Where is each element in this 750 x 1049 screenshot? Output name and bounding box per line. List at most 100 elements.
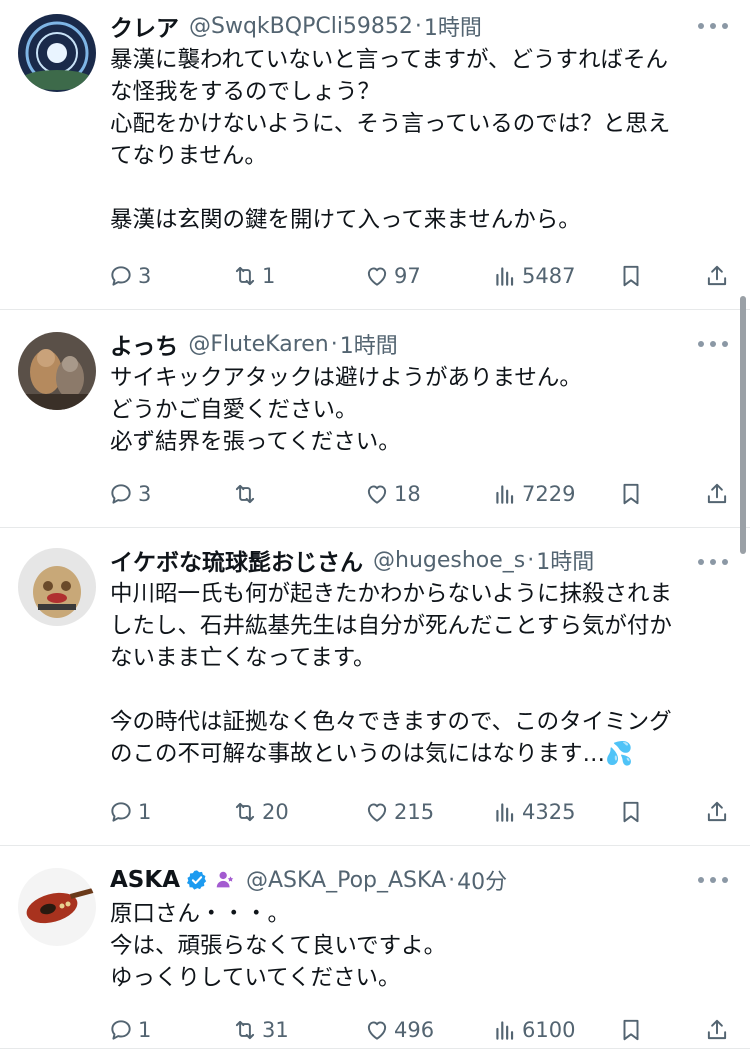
tweet-line: 必ず結界を張ってください。: [110, 429, 401, 455]
display-name[interactable]: イケボな琉球髭おじさん: [110, 543, 363, 577]
tweet-1[interactable]: クレア @SwqkBQPCli59852 · 1時間 暴漢に襲われていないと言っ…: [0, 0, 750, 310]
reply-icon: [111, 266, 131, 286]
avatar[interactable]: [18, 548, 96, 626]
like-count: 496: [394, 1018, 435, 1042]
more-icon[interactable]: [698, 552, 728, 572]
reply-button[interactable]: 1: [108, 1012, 151, 1048]
share-button[interactable]: [704, 258, 730, 294]
avatar[interactable]: [18, 868, 96, 946]
tweet-line: てなりません。: [110, 143, 267, 169]
retweet-button[interactable]: [232, 476, 262, 512]
user-handle[interactable]: @hugeshoe_s: [373, 548, 525, 573]
action-bar: 3 1 97 5487: [108, 258, 738, 294]
share-button[interactable]: [704, 1012, 730, 1048]
retweet-button[interactable]: 20: [232, 794, 289, 830]
tweet-line: 今の時代は証拠なく色々できますので、このタイミング: [110, 709, 672, 735]
reply-icon: [111, 1020, 131, 1040]
retweet-icon: [235, 266, 255, 286]
views-icon: [496, 1021, 514, 1040]
retweet-icon: [235, 802, 255, 822]
retweet-count: 20: [262, 800, 289, 824]
reply-icon: [111, 484, 131, 504]
scrollbar[interactable]: [740, 296, 746, 554]
like-count: 18: [394, 482, 421, 506]
action-bar: 1 31 496 6100: [108, 1012, 738, 1048]
tweet-line: どうかご自愛ください。: [110, 397, 358, 423]
more-icon[interactable]: [698, 334, 728, 354]
tweet-header: よっち @FluteKaren · 1時間: [110, 326, 670, 362]
tweet-line: 今は、頑張らなくて良いですよ。: [110, 933, 447, 959]
tweet-header: クレア @SwqkBQPCli59852 · 1時間: [110, 8, 670, 44]
tweet-4[interactable]: ASKA @ASKA_Pop_ASKA · 40分 原口さん・・・。 今は、頑張…: [0, 846, 750, 1049]
views-icon: [496, 267, 514, 286]
retweet-button[interactable]: 31: [232, 1012, 289, 1048]
reply-icon: [111, 802, 131, 822]
separator: ·: [448, 867, 456, 893]
affiliate-badge-icon[interactable]: [214, 869, 236, 891]
verified-badge-icon[interactable]: [186, 869, 208, 891]
like-count: 215: [394, 800, 435, 824]
user-handle[interactable]: @ASKA_Pop_ASKA: [246, 868, 446, 893]
reply-button[interactable]: 3: [108, 476, 151, 512]
share-icon: [707, 801, 727, 822]
share-button[interactable]: [704, 476, 730, 512]
display-name[interactable]: ASKA: [110, 867, 180, 893]
views-button[interactable]: 4325: [492, 794, 575, 830]
tweet-line: サイキックアタックは避けようがありません。: [110, 365, 582, 391]
views-button[interactable]: 5487: [492, 258, 575, 294]
reply-count: 1: [138, 800, 152, 824]
bookmark-button[interactable]: [618, 1012, 644, 1048]
user-handle[interactable]: @FluteKaren: [188, 332, 328, 357]
reply-button[interactable]: 3: [108, 258, 151, 294]
reply-button[interactable]: 1: [108, 794, 151, 830]
tweet-line: 中川昭一氏も何が起きたかわからないように抹殺されま: [110, 581, 673, 607]
views-button[interactable]: 6100: [492, 1012, 575, 1048]
avatar[interactable]: [18, 332, 96, 410]
like-icon: [367, 485, 387, 504]
tweet-line: したし、石井紘基先生は自分が死んだことすら気が付か: [110, 613, 672, 639]
separator: ·: [527, 547, 535, 573]
tweet-line: ないまま亡くなってます。: [110, 645, 376, 671]
timestamp[interactable]: 1時間: [424, 10, 482, 42]
retweet-icon: [235, 484, 255, 504]
tweet-line: 暴漢は玄関の鍵を開けて入って来ませんから。: [110, 207, 581, 233]
retweet-count: 1: [262, 264, 276, 288]
display-name[interactable]: クレア: [110, 9, 179, 43]
like-button[interactable]: 18: [364, 476, 421, 512]
user-handle[interactable]: @SwqkBQPCli59852: [189, 14, 413, 39]
tweet-header: イケボな琉球髭おじさん @hugeshoe_s · 1時間: [110, 542, 670, 578]
like-button[interactable]: 215: [364, 794, 434, 830]
separator: ·: [414, 13, 422, 39]
view-count: 4325: [522, 800, 576, 824]
tweet-2[interactable]: よっち @FluteKaren · 1時間 サイキックアタックは避けようがありま…: [0, 310, 750, 528]
timestamp[interactable]: 1時間: [340, 328, 398, 360]
tweet-line: な怪我をするのでしょう？: [110, 79, 381, 105]
views-button[interactable]: 7229: [492, 476, 575, 512]
tweet-line: 原口さん・・・。: [110, 901, 291, 927]
tweet-text: サイキックアタックは避けようがありません。 どうかご自愛ください。 必ず結界を張…: [110, 362, 730, 458]
tweet-line: [110, 172, 730, 204]
bookmark-button[interactable]: [618, 258, 644, 294]
timestamp[interactable]: 40分: [457, 864, 507, 896]
display-name[interactable]: よっち: [110, 327, 178, 361]
bookmark-button[interactable]: [618, 476, 644, 512]
like-icon: [367, 267, 387, 286]
separator: ·: [330, 331, 338, 357]
like-button[interactable]: 496: [364, 1012, 434, 1048]
view-count: 6100: [522, 1018, 576, 1042]
tweet-line: [110, 674, 730, 706]
more-icon[interactable]: [698, 870, 728, 890]
avatar[interactable]: [18, 14, 96, 92]
reply-count: 1: [138, 1018, 152, 1042]
like-button[interactable]: 97: [364, 258, 421, 294]
bookmark-icon: [623, 265, 639, 287]
retweet-count: 31: [262, 1018, 289, 1042]
more-icon[interactable]: [698, 16, 728, 36]
bookmark-button[interactable]: [618, 794, 644, 830]
tweet-3[interactable]: イケボな琉球髭おじさん @hugeshoe_s · 1時間 中川昭一氏も何が起き…: [0, 528, 750, 846]
retweet-button[interactable]: 1: [232, 258, 275, 294]
like-icon: [367, 1021, 387, 1040]
tweet-text: 原口さん・・・。 今は、頑張らなくて良いですよ。 ゆっくりしていてください。: [110, 898, 730, 994]
share-button[interactable]: [704, 794, 730, 830]
timestamp[interactable]: 1時間: [536, 544, 594, 576]
